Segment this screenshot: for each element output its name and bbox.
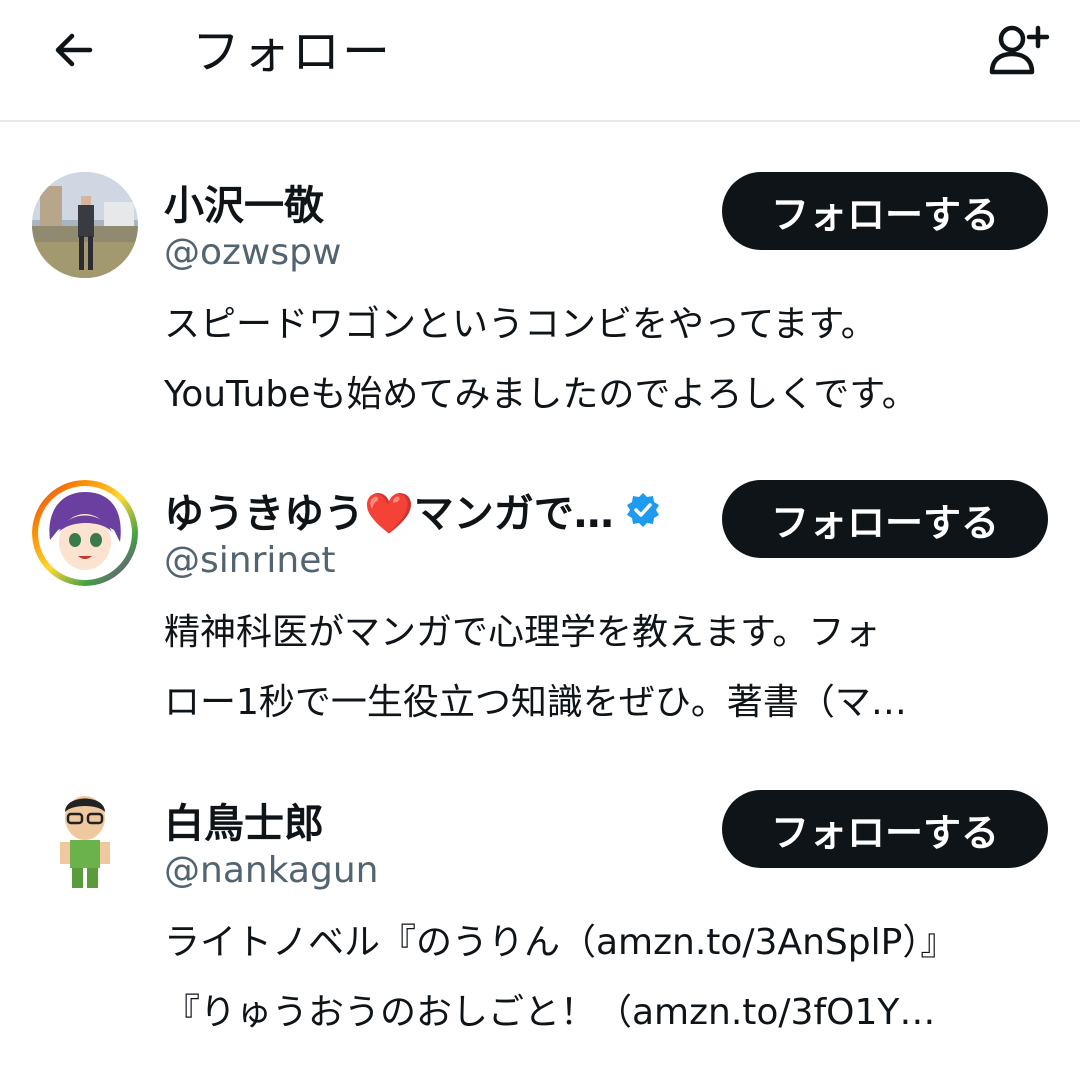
follow-button[interactable]: フォローする <box>722 172 1048 250</box>
user-handle: @ozwspw <box>164 232 342 273</box>
avatar[interactable] <box>32 480 138 586</box>
bio-line: 『りゅうおうのおしごと！（amzn.to/3fO1Y… <box>164 992 936 1033</box>
user-bio: スピードワゴンというコンビをやってます。 YouTubeも始めてみましたのでよろ… <box>164 290 1054 430</box>
avatar[interactable] <box>32 172 138 278</box>
follow-button[interactable]: フォローする <box>722 480 1048 558</box>
follow-button[interactable]: フォローする <box>722 790 1048 868</box>
bio-line: ライトノベル『のうりん（amzn.to/3AnSplP）』 <box>164 922 957 963</box>
back-arrow-icon[interactable] <box>50 26 98 74</box>
page-title: フォロー <box>192 24 393 80</box>
add-user-icon[interactable] <box>986 20 1050 80</box>
avatar[interactable] <box>32 788 138 894</box>
user-bio: 精神科医がマンガで心理学を教えます。フォ ロー1秒で一生役立つ知識をぜひ。著書（… <box>164 598 1054 738</box>
name-row: 白鳥士郎 <box>164 790 324 850</box>
display-name[interactable]: ゆうきゆう❤️マンガで… <box>164 481 614 539</box>
bio-line: スピードワゴンというコンビをやってます。 <box>164 304 877 345</box>
verified-badge-icon <box>626 493 659 527</box>
name-row: ゆうきゆう❤️マンガで… <box>164 480 662 540</box>
bio-line: ロー1秒で一生役立つ知識をぜひ。著書（マ… <box>164 682 907 723</box>
display-name[interactable]: 小沢一敬 <box>164 173 324 231</box>
user-handle: @sinrinet <box>164 540 336 581</box>
bio-line: 精神科医がマンガで心理学を教えます。フォ <box>164 612 881 653</box>
user-bio: ライトノベル『のうりん（amzn.to/3AnSplP）』 『りゅうおうのおしご… <box>164 908 1054 1048</box>
bio-line: YouTubeも始めてみましたのでよろしくです。 <box>164 374 918 415</box>
display-name[interactable]: 白鳥士郎 <box>164 791 324 849</box>
name-row: 小沢一敬 <box>164 172 324 232</box>
top-bar: フォロー <box>0 0 1080 122</box>
user-handle: @nankagun <box>164 850 379 891</box>
